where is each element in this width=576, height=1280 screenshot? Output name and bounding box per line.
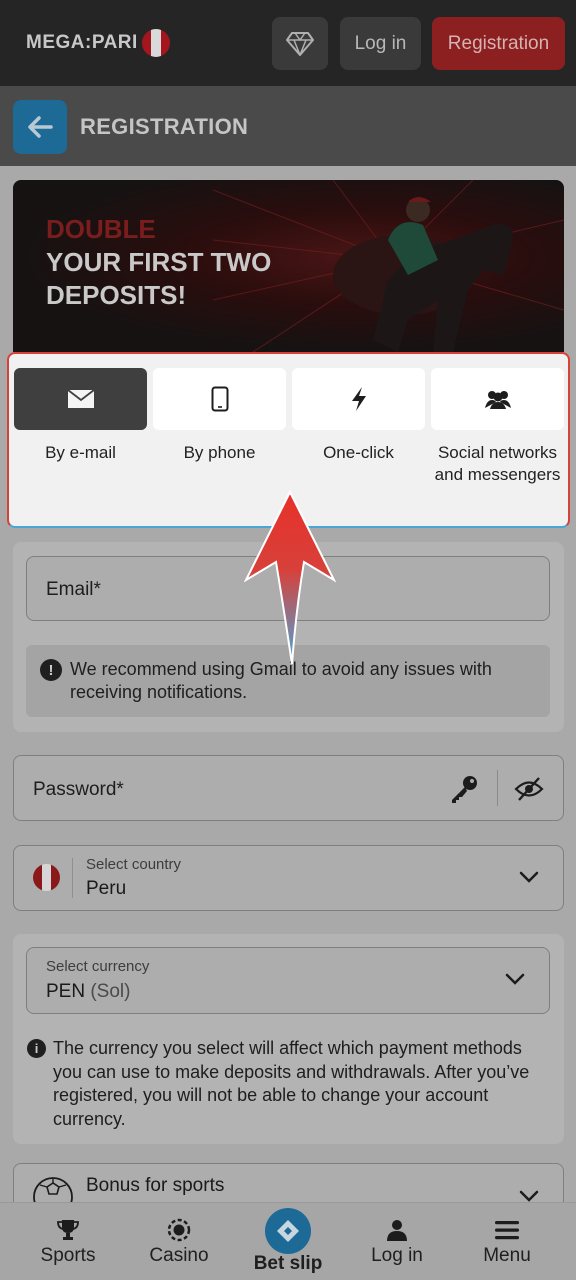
currency-code: PEN — [46, 981, 86, 1002]
logo-text: MEGA:PARI — [26, 32, 138, 53]
country-value: Peru — [86, 878, 127, 899]
method-label: One-click — [323, 443, 394, 462]
key-icon[interactable] — [448, 773, 480, 805]
diamond-icon — [286, 31, 314, 56]
banner-headline-line3: DEPOSITS! — [46, 280, 187, 310]
method-social-networks[interactable]: Social networks and messengers — [431, 368, 564, 486]
method-one-click-button[interactable] — [292, 368, 425, 430]
trophy-icon — [55, 1217, 81, 1243]
nav-label: Sports — [40, 1245, 96, 1266]
nav-label: Menu — [483, 1245, 531, 1266]
bonus-label: Bonus for sports — [86, 1175, 225, 1196]
chevron-down-icon — [505, 973, 525, 985]
promo-banner[interactable]: DOUBLE YOUR FIRST TWO DEPOSITS! — [13, 180, 564, 352]
header-registration-button[interactable]: Registration — [432, 17, 565, 70]
method-by-email[interactable]: By e-mail — [14, 368, 147, 464]
users-icon — [484, 391, 511, 409]
nav-label: Casino — [149, 1245, 209, 1266]
chevron-down-icon — [519, 871, 539, 883]
method-one-click[interactable]: One-click — [292, 368, 425, 464]
megapari-logo[interactable]: MEGA:PARI — [26, 27, 170, 59]
banner-headline-double: DOUBLE — [46, 214, 156, 244]
method-label: Social networks and messengers — [434, 443, 561, 484]
info-icon: i — [27, 1039, 46, 1058]
method-by-phone[interactable]: By phone — [153, 368, 286, 464]
exclamation-icon: ! — [40, 659, 62, 681]
top-header: MEGA:PARI Log in Registration — [0, 0, 576, 86]
nav-label: Log in — [371, 1245, 423, 1266]
method-social-networks-button[interactable] — [431, 368, 564, 430]
password-field-label: Password* — [33, 779, 124, 800]
envelope-icon — [66, 389, 95, 408]
chevron-down-icon — [519, 1190, 539, 1202]
method-by-phone-button[interactable] — [153, 368, 286, 430]
user-icon — [384, 1217, 410, 1243]
method-by-email-button[interactable] — [14, 368, 147, 430]
page-title: REGISTRATION — [80, 114, 249, 139]
currency-name: (Sol) — [90, 981, 131, 1002]
banner-headline-line2: YOUR FIRST TWO — [46, 247, 272, 277]
casino-chip-icon — [166, 1217, 192, 1243]
currency-note-text: The currency you select will affect whic… — [53, 1038, 530, 1129]
peru-flag-icon — [141, 29, 170, 57]
nav-item-menu[interactable]: Menu — [462, 1203, 552, 1280]
arrow-left-icon — [28, 116, 53, 138]
header-login-button[interactable]: Log in — [340, 17, 421, 70]
vip-diamond-button[interactable] — [272, 17, 328, 70]
phone-icon — [211, 386, 228, 412]
method-label: By phone — [183, 443, 256, 462]
nav-item-casino[interactable]: Casino — [134, 1203, 224, 1280]
ticket-icon — [277, 1220, 299, 1242]
currency-select-label: Select currency — [46, 958, 150, 975]
country-select-label: Select country — [86, 856, 182, 873]
soccer-ball-icon — [33, 1177, 73, 1205]
bet-slip-button[interactable] — [265, 1208, 311, 1254]
eye-off-icon[interactable] — [514, 776, 544, 802]
method-label: By e-mail — [45, 443, 116, 462]
arrow-up-annotation-icon — [244, 490, 336, 665]
email-field-label: Email* — [46, 579, 101, 600]
nav-item-sports[interactable]: Sports — [22, 1203, 114, 1280]
nav-label: Bet slip — [253, 1253, 323, 1274]
country-divider — [72, 858, 73, 898]
menu-icon — [494, 1217, 520, 1243]
currency-value: PEN (Sol) — [46, 981, 130, 1003]
back-button[interactable] — [13, 100, 67, 154]
page-title-bar: REGISTRATION — [0, 86, 576, 166]
lightning-icon — [351, 387, 366, 411]
password-divider — [497, 770, 498, 806]
nav-item-login[interactable]: Log in — [352, 1203, 442, 1280]
peru-flag-icon — [33, 864, 60, 891]
